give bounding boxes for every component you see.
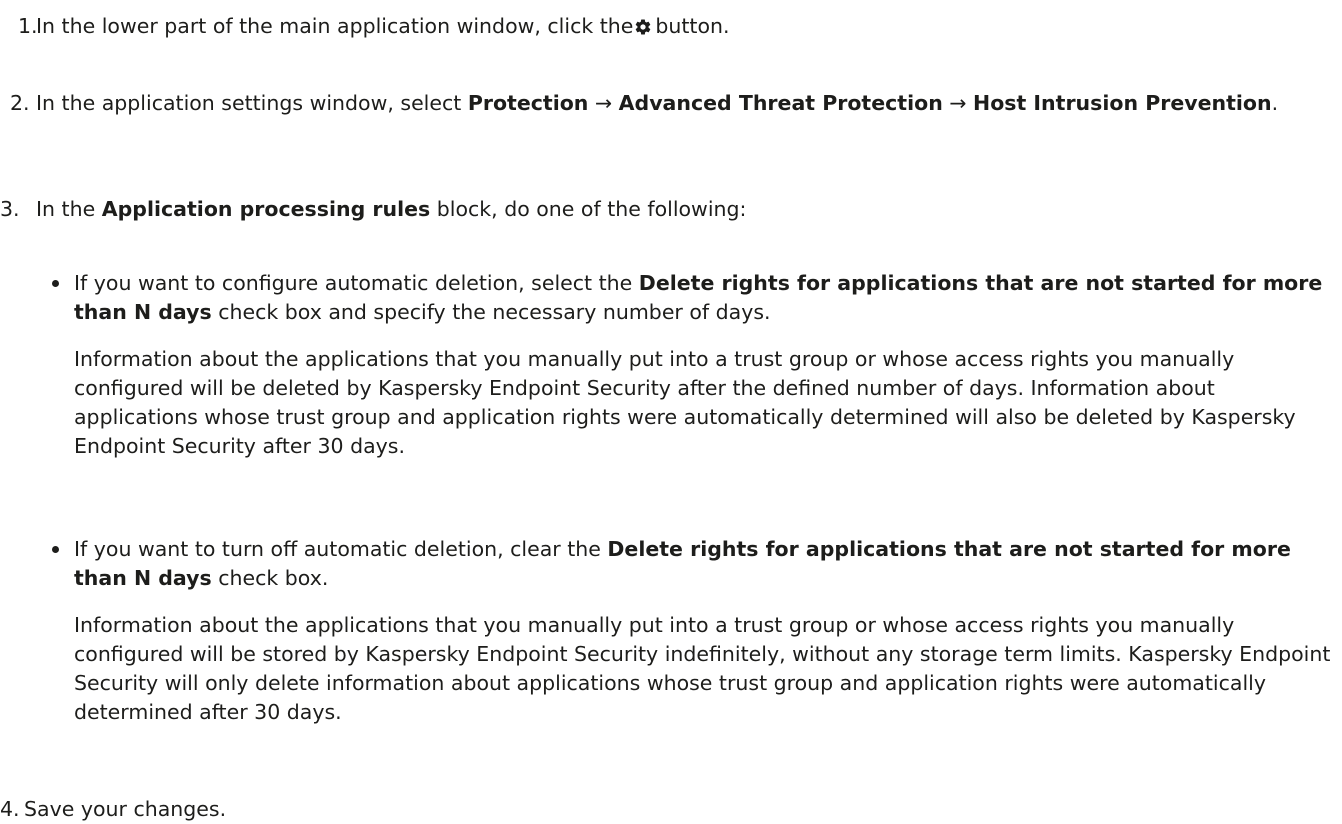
path-advanced-threat-protection: Advanced Threat Protection [618, 91, 943, 115]
step-3-number: 3. [0, 197, 20, 221]
bullet-1-tail: check box and specify the necessary numb… [218, 300, 771, 324]
step-2: 2. In the application settings window, s… [0, 89, 1342, 118]
step-4: 4. Save your changes. [0, 795, 1342, 824]
path-arrow: → [949, 91, 967, 115]
path-protection: Protection [467, 91, 589, 115]
bullet-configure-deletion: If you want to configure automatic delet… [52, 269, 1342, 327]
gear-icon [636, 19, 651, 35]
path-host-intrusion-prevention: Host Intrusion Prevention [973, 91, 1272, 115]
step-1: 1. In the lower part of the main applica… [0, 12, 1342, 41]
step-1-text-before: In the lower part of the main applicatio… [36, 14, 634, 38]
bullet-2-lead: If you want to turn off automatic deleti… [74, 537, 601, 561]
step-3-tail: block, do one of the following: [436, 197, 747, 221]
step-1-text: In the lower part of the main applicatio… [0, 12, 1342, 41]
path-arrow: → [594, 91, 613, 115]
step-2-number: 2. [10, 91, 30, 115]
step-2-end: . [1271, 91, 1279, 115]
step-4-text: Save your changes. [24, 797, 227, 821]
bullet-1-text: If you want to configure automatic delet… [52, 269, 1342, 327]
step-1-number: 1. [18, 14, 38, 38]
bullet-2-paragraph: Information about the applications that … [74, 613, 1331, 724]
step-2-lead: In the application settings window, sele… [36, 91, 462, 115]
block-application-processing-rules: Application processing rules [101, 197, 431, 221]
step-2-text: In the application settings window, sele… [0, 89, 1342, 118]
step-3-text: In the Application processing rules bloc… [0, 195, 1342, 224]
bullet-dot [52, 546, 59, 553]
step-3: 3. In the Application processing rules b… [0, 195, 1342, 224]
bullet-2-tail: check box. [218, 566, 329, 590]
step-1-text-after: button. [655, 14, 730, 38]
bullet-2-text: If you want to turn off automatic deleti… [52, 535, 1342, 593]
step-3-lead: In the [36, 197, 96, 221]
bullet-1-paragraph: Information about the applications that … [74, 347, 1296, 458]
bullet-1-lead: If you want to configure automatic delet… [74, 271, 633, 295]
step-4-number: 4. [0, 797, 20, 821]
instructions-page: 1. In the lower part of the main applica… [0, 0, 1342, 823]
bullet-turn-off-deletion: If you want to turn off automatic deleti… [52, 535, 1342, 593]
bullet-dot [52, 280, 59, 287]
